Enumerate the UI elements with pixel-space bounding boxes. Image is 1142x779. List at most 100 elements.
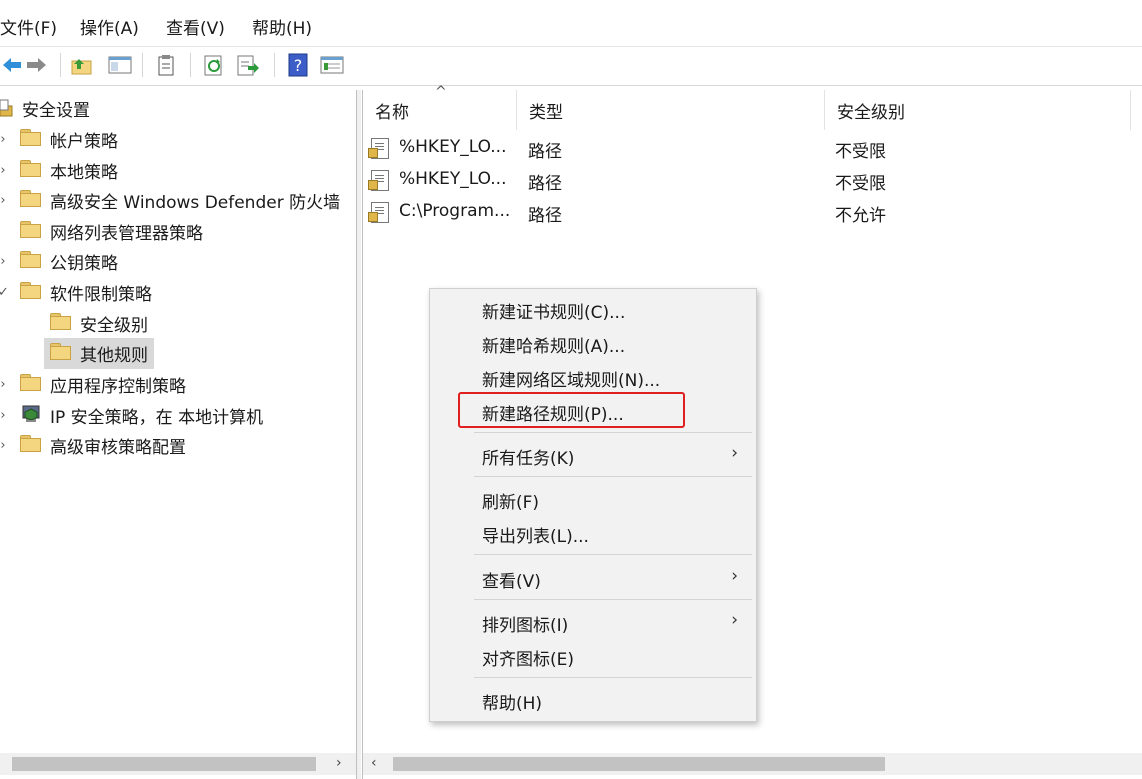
menu-item-export-list[interactable]: 导出列表(L)... <box>430 515 756 549</box>
list-horizontal-scrollbar[interactable]: ‹ <box>363 753 1142 775</box>
chevron-right-icon[interactable]: › <box>0 377 8 392</box>
menu-item-new-hash-rule[interactable]: 新建哈希规则(A)... <box>430 325 756 359</box>
table-row[interactable]: %HKEY_LO... 路径 不受限 <box>363 131 1142 163</box>
sort-ascending-icon: ^ <box>435 84 447 100</box>
folder-icon <box>20 374 42 394</box>
svg-text:?: ? <box>294 56 303 75</box>
menu-view[interactable]: 查看(V) <box>166 14 225 39</box>
column-header-type[interactable]: 类型 <box>517 90 825 130</box>
tree-horizontal-scrollbar[interactable]: › <box>0 753 356 775</box>
chevron-down-icon[interactable]: ✓ <box>0 285 9 300</box>
menu-item-label: 刷新(F) <box>482 493 540 513</box>
path-rule-icon <box>368 170 389 191</box>
menu-item-label: 查看(V) <box>482 572 541 592</box>
row-level: 不受限 <box>835 142 886 162</box>
menu-bar: 文件(F) 操作(A) 查看(V) 帮助(H) <box>0 0 1142 46</box>
tree-item-app-control[interactable]: › 应用程序控制策略 <box>0 370 356 398</box>
tree-item-account-policy[interactable]: › 帐户策略 <box>0 125 356 153</box>
submenu-arrow-icon: › <box>731 610 738 630</box>
pane-splitter[interactable] <box>357 90 361 779</box>
folder-icon <box>20 282 42 302</box>
tree-item-public-key[interactable]: › 公钥策略 <box>0 247 356 275</box>
menu-item-all-tasks[interactable]: 所有任务(K) › <box>430 437 756 471</box>
back-arrow-icon[interactable] <box>0 53 24 77</box>
row-type: 路径 <box>528 174 562 194</box>
menu-item-refresh[interactable]: 刷新(F) <box>430 481 756 515</box>
menu-action[interactable]: 操作(A) <box>80 14 139 39</box>
row-type: 路径 <box>528 206 562 226</box>
tree-item-other-rules[interactable]: 其他规则 <box>0 337 356 369</box>
tree-item-ip-security[interactable]: › IP 安全策略，在 本地计算机 <box>0 401 356 429</box>
tree-item-network-list[interactable]: 网络列表管理器策略 <box>0 217 356 245</box>
row-name: %HKEY_LO... <box>399 169 507 189</box>
table-row[interactable]: C:\Program... 路径 不允许 <box>363 195 1142 227</box>
menu-item-label: 所有任务(K) <box>482 449 575 469</box>
menu-item-label: 导出列表(L)... <box>482 527 589 547</box>
menu-separator <box>474 677 752 678</box>
submenu-arrow-icon: › <box>731 566 738 586</box>
tree-item-label: 本地策略 <box>50 162 118 183</box>
scroll-left-arrow-icon[interactable]: ‹ <box>371 755 377 771</box>
tree-item-firewall[interactable]: › 高级安全 Windows Defender 防火墙 <box>0 186 356 214</box>
tree-item-security-levels[interactable]: 安全级别 <box>0 309 356 337</box>
toolbar-separator <box>274 53 275 77</box>
chevron-right-icon[interactable]: › <box>0 438 8 453</box>
menu-item-arrange-icons[interactable]: 排列图标(I) › <box>430 604 756 638</box>
table-row[interactable]: %HKEY_LO... 路径 不受限 <box>363 163 1142 195</box>
tree-item-label: 公钥策略 <box>50 253 118 274</box>
column-header-level[interactable]: 安全级别 <box>825 90 1131 130</box>
scrollbar-thumb[interactable] <box>12 757 316 771</box>
submenu-arrow-icon: › <box>731 443 738 463</box>
up-folder-icon[interactable] <box>70 53 94 77</box>
menu-item-new-certificate-rule[interactable]: 新建证书规则(C)... <box>430 291 756 325</box>
chevron-right-icon[interactable]: › <box>0 132 8 147</box>
tree-item-label: IP 安全策略，在 本地计算机 <box>50 407 264 428</box>
tree-item-software-restriction[interactable]: ✓ 软件限制策略 <box>0 278 356 306</box>
chevron-right-icon[interactable]: › <box>0 408 8 423</box>
toolbar-separator <box>60 53 61 77</box>
folder-icon <box>20 251 42 271</box>
row-name: C:\Program... <box>399 201 511 221</box>
column-header-name[interactable]: 名称 ^ <box>363 84 517 130</box>
menu-separator <box>474 476 752 477</box>
scroll-right-arrow-icon[interactable]: › <box>336 755 342 771</box>
tree-item-label: 应用程序控制策略 <box>50 376 186 397</box>
tree-item-label: 高级审核策略配置 <box>50 437 186 458</box>
menu-item-label: 帮助(H) <box>482 694 543 714</box>
folder-icon <box>20 190 42 210</box>
menu-item-view[interactable]: 查看(V) › <box>430 560 756 594</box>
tree-root-label: 安全设置 <box>22 100 90 121</box>
ip-security-icon <box>22 405 40 422</box>
folder-icon <box>50 313 72 333</box>
folder-icon <box>20 435 42 455</box>
help-icon[interactable]: ? <box>286 53 310 77</box>
menu-separator <box>474 554 752 555</box>
menu-help[interactable]: 帮助(H) <box>252 14 312 39</box>
chevron-right-icon[interactable]: › <box>0 163 8 178</box>
toolbar: ? <box>0 46 1142 86</box>
tree-item-local-policy[interactable]: › 本地策略 <box>0 156 356 184</box>
menu-item-help[interactable]: 帮助(H) <box>430 682 756 716</box>
chevron-right-icon[interactable]: › <box>0 254 8 269</box>
menu-item-label: 新建证书规则(C)... <box>482 303 626 323</box>
menu-file[interactable]: 文件(F) <box>0 14 57 39</box>
context-menu: 新建证书规则(C)... 新建哈希规则(A)... 新建网络区域规则(N)...… <box>429 288 757 722</box>
menu-item-align-icons[interactable]: 对齐图标(E) <box>430 638 756 672</box>
tree-item-label: 帐户策略 <box>50 131 118 152</box>
tree-item-label: 高级安全 Windows Defender 防火墙 <box>50 192 341 213</box>
show-hide-tree-icon[interactable] <box>108 53 132 77</box>
path-rule-icon <box>368 138 389 159</box>
chevron-right-icon[interactable]: › <box>0 193 8 208</box>
tree-item-audit-policy[interactable]: › 高级审核策略配置 <box>0 431 356 459</box>
properties-view-icon[interactable] <box>320 53 344 77</box>
tree-root[interactable]: 安全设置 <box>0 94 356 122</box>
forward-arrow-icon[interactable] <box>24 53 48 77</box>
export-list-icon[interactable] <box>236 53 260 77</box>
refresh-icon[interactable] <box>202 53 226 77</box>
menu-item-new-network-zone-rule[interactable]: 新建网络区域规则(N)... <box>430 359 756 393</box>
scrollbar-thumb[interactable] <box>393 757 885 771</box>
menu-item-label: 新建网络区域规则(N)... <box>482 371 661 391</box>
column-header-label: 名称 <box>375 102 409 123</box>
policy-folder-icon <box>20 129 42 149</box>
clipboard-icon[interactable] <box>154 53 178 77</box>
